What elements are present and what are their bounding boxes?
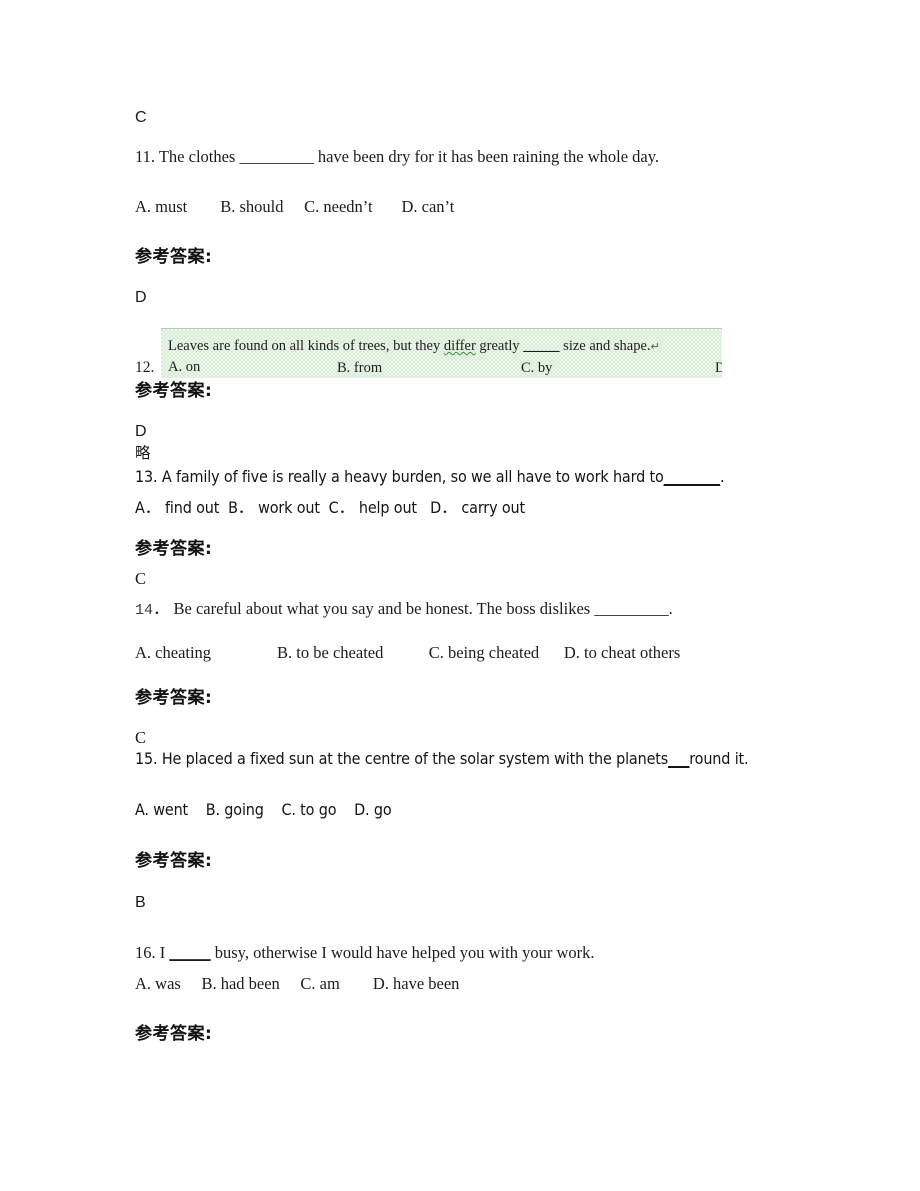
question-16-options: A. was B. had been C. am D. have been [135, 974, 460, 993]
question-12-image-option-d-label: D. in [715, 360, 722, 376]
question-14-answer: C [135, 728, 147, 747]
question-12-image-option-d: D. in↵ [715, 360, 722, 377]
question-12-image-option-c: C. by [521, 360, 553, 376]
question-14-stem: 14． Be careful about what you say and be … [135, 599, 673, 619]
question-15-answer-label: 参考答案: [135, 851, 213, 871]
question-12-answer-label: 参考答案: [135, 381, 213, 401]
question-11-answer-label: 参考答案: [135, 247, 213, 267]
document-page: C 11. The clothes _________ have been dr… [0, 0, 920, 1191]
question-13-stem-text: 13. A family of five is really a heavy b… [135, 467, 664, 486]
question-12-image-misspelled-word: differ [443, 338, 476, 354]
question-13-answer: C [135, 569, 147, 588]
question-14-options: A. cheating B. to be cheated C. being ch… [135, 643, 681, 662]
question-12-image-line1: Leaves are found on all kinds of trees, … [168, 339, 660, 354]
question-16-blank: _____ [169, 943, 211, 962]
question-12-answer: D [135, 423, 147, 440]
question-12-note: 略 [135, 444, 151, 462]
question-16-stem-post: busy, otherwise I would have helped you … [210, 943, 595, 962]
paragraph-mark-icon: ↵ [650, 340, 660, 353]
question-12-image-line1-mid: greatly [475, 338, 524, 354]
question-14-number: 14 [135, 602, 154, 619]
question-13-stem-tail: . [720, 467, 725, 486]
question-16-stem: 16. I _____ busy, otherwise I would have… [135, 943, 595, 962]
question-13-stem: 13. A family of five is really a heavy b… [135, 467, 725, 486]
question-14-stem-text: Be careful about what you say and be hon… [173, 599, 673, 618]
question-15-answer: B [135, 894, 146, 911]
question-13-options: A． find out B． work out C． help out D． c… [135, 498, 525, 517]
question-12-image: Leaves are found on all kinds of trees, … [161, 328, 722, 378]
question-14-number-punct: ． [153, 599, 170, 618]
question-12-image-option-b: B. from [337, 360, 383, 376]
question-15-stem: 15. He placed a fixed sun at the centre … [135, 749, 749, 768]
question-14-answer-label: 参考答案: [135, 688, 213, 708]
question-16-answer-label: 参考答案: [135, 1024, 213, 1044]
question-12-number: 12. [135, 359, 155, 376]
question-15-stem-pre: 15. He placed a fixed sun at the centre … [135, 749, 669, 768]
question-12-image-line1-pre: Leaves are found on all kinds of trees, … [168, 338, 444, 354]
question-13-answer-label: 参考答案: [135, 539, 213, 559]
question-15-stem-post: round it. [689, 749, 749, 768]
question-13-blank: ________ [663, 467, 721, 486]
question-12-image-line1-post: size and shape. [559, 338, 651, 354]
question-16-stem-pre: 16. I [135, 943, 170, 962]
question-15-options: A. went B. going C. to go D. go [135, 800, 392, 819]
question-11-answer: D [135, 289, 147, 306]
question-15-blank: ___ [668, 749, 690, 768]
question-12-image-gap: _____ [523, 338, 560, 354]
answer-letter-top: C [135, 109, 147, 126]
question-11-options: A. must B. should C. needn’t D. can’t [135, 197, 455, 216]
question-12-image-option-a: A. on [168, 359, 201, 375]
question-11-stem: 11. The clothes _________ have been dry … [135, 147, 660, 166]
